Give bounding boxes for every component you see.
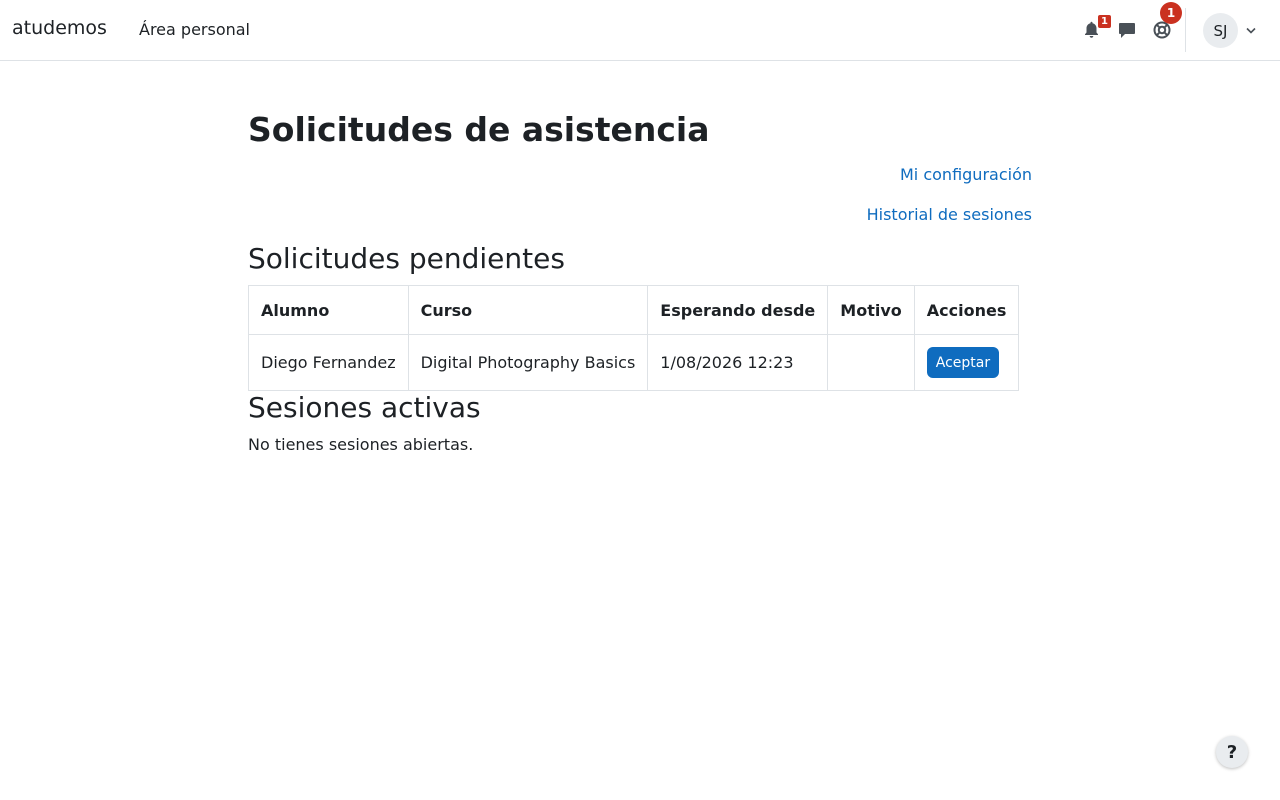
pending-requests-heading: Solicitudes pendientes: [248, 242, 565, 275]
help-button[interactable]: ?: [1216, 736, 1248, 768]
top-navbar: atudemos Área personal 1 1 SJ: [0, 0, 1280, 61]
chat-icon[interactable]: [1117, 20, 1137, 40]
column-header-curso: Curso: [407, 285, 649, 335]
column-header-esperando-desde: Esperando desde: [647, 285, 829, 335]
session-history-link[interactable]: Historial de sesiones: [867, 205, 1032, 224]
chevron-down-icon[interactable]: [1244, 22, 1258, 38]
page-title: Solicitudes de asistencia: [248, 110, 710, 149]
cell-curso: Digital Photography Basics: [407, 334, 649, 391]
pending-requests-table: Alumno Curso Esperando desde Motivo Acci…: [248, 285, 1020, 391]
my-settings-link[interactable]: Mi configuración: [900, 165, 1032, 184]
column-header-acciones: Acciones: [913, 285, 1020, 335]
cell-acciones: Aceptar: [913, 334, 1020, 391]
support-count-badge: 1: [1160, 2, 1182, 24]
site-brand[interactable]: atudemos: [12, 17, 107, 39]
cell-esperando-desde: 1/08/2026 12:23: [647, 334, 829, 391]
table-header-row: Alumno Curso Esperando desde Motivo Acci…: [248, 285, 1020, 335]
accept-button[interactable]: Aceptar: [926, 347, 1000, 378]
column-header-motivo: Motivo: [827, 285, 915, 335]
active-sessions-heading: Sesiones activas: [248, 391, 481, 424]
no-sessions-message: No tienes sesiones abiertas.: [248, 435, 474, 454]
user-avatar[interactable]: SJ: [1203, 13, 1238, 48]
navbar-divider: [1185, 8, 1186, 52]
cell-motivo: [827, 334, 915, 391]
cell-alumno: Diego Fernandez: [248, 334, 409, 391]
nav-link-area-personal[interactable]: Área personal: [139, 20, 250, 39]
notification-count-badge: 1: [1098, 15, 1111, 28]
table-row: Diego Fernandez Digital Photography Basi…: [248, 334, 1020, 391]
column-header-alumno: Alumno: [248, 285, 409, 335]
